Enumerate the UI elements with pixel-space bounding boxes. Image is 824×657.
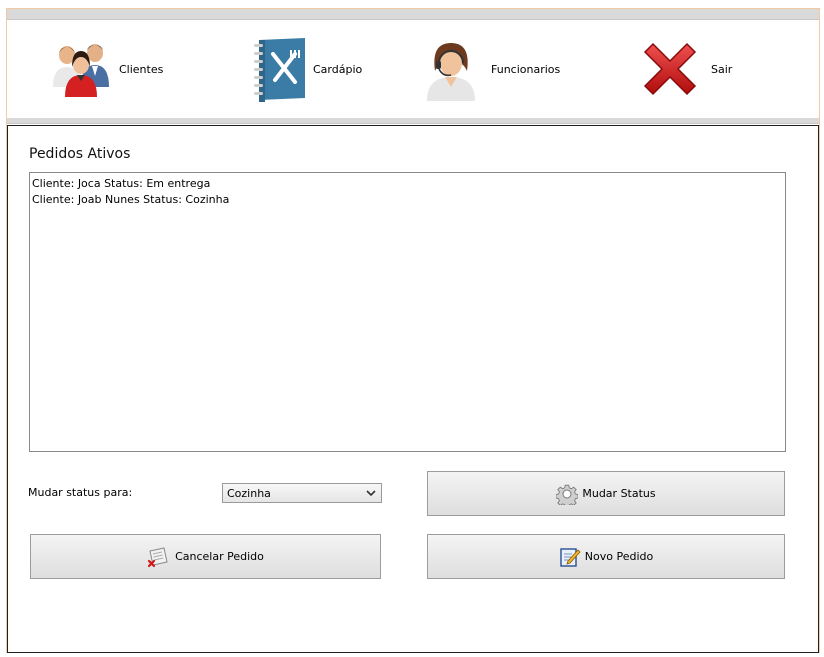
cancel-document-icon <box>147 546 168 567</box>
red-x-icon <box>643 42 697 96</box>
toolbar-clientes[interactable]: Clientes <box>51 20 163 118</box>
main-window: Clientes Cardápio Funcionarios Sair Pedi… <box>6 8 820 653</box>
cancel-order-label: Cancelar Pedido <box>175 550 264 563</box>
new-order-label: Novo Pedido <box>584 550 654 563</box>
menu-book-icon <box>254 38 305 102</box>
change-status-label: Mudar Status <box>582 487 656 500</box>
toolbar-sair[interactable]: Sair <box>639 20 732 118</box>
orders-list[interactable]: Cliente: Joca Status: Em entrega Cliente… <box>29 172 786 452</box>
toolbar-divider <box>7 118 819 124</box>
cancel-order-button[interactable]: Cancelar Pedido <box>30 534 381 579</box>
change-status-button[interactable]: Mudar Status <box>427 471 785 516</box>
gear-icon <box>556 484 579 505</box>
list-item[interactable]: Cliente: Joca Status: Em entrega <box>32 176 783 192</box>
toolbar-clientes-label: Clientes <box>119 62 164 76</box>
toolbar-funcionarios[interactable]: Funcionarios <box>421 20 560 118</box>
edit-document-icon <box>560 547 581 567</box>
page-title: Pedidos Ativos <box>29 146 131 162</box>
list-item[interactable]: Cliente: Joab Nunes Status: Cozinha <box>32 192 783 208</box>
users-icon <box>53 44 109 97</box>
attendant-icon <box>427 43 475 101</box>
toolbar-cardapio-label: Cardápio <box>313 62 363 76</box>
chevron-down-icon <box>366 490 376 497</box>
title-strip <box>7 9 819 20</box>
toolbar-funcionarios-label: Funcionarios <box>491 62 561 76</box>
status-select[interactable]: Cozinha <box>222 483 382 503</box>
toolbar-sair-label: Sair <box>711 62 733 76</box>
new-order-button[interactable]: Novo Pedido <box>427 534 785 579</box>
orders-panel: Pedidos Ativos Cliente: Joca Status: Em … <box>7 125 819 653</box>
status-label: Mudar status para: <box>28 486 133 499</box>
toolbar-cardapio[interactable]: Cardápio <box>251 20 362 118</box>
status-select-value: Cozinha <box>227 486 271 500</box>
toolbar: Clientes Cardápio Funcionarios Sair <box>7 20 819 118</box>
